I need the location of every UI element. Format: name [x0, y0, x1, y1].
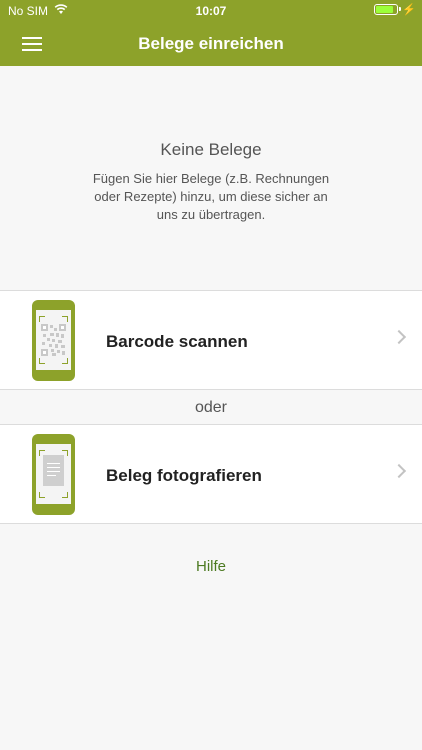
chevron-right-icon	[391, 463, 407, 479]
photograph-receipt-button[interactable]: Beleg fotografieren	[0, 424, 422, 524]
page-title: Belege einreichen	[138, 34, 284, 53]
chevron-right-icon	[391, 329, 407, 345]
qr-phone-icon	[32, 300, 75, 381]
separator-text: oder	[194, 399, 228, 416]
photograph-receipt-label: Beleg fotografieren	[106, 466, 262, 485]
battery-tip	[399, 7, 401, 11]
battery-icon	[374, 4, 398, 15]
status-bar: No SIM 10:07 ⚡	[0, 0, 422, 22]
scan-barcode-label: Barcode scannen	[106, 332, 248, 351]
help-link[interactable]: Hilfe	[0, 558, 422, 575]
status-time: 10:07	[195, 4, 227, 18]
scan-barcode-button[interactable]: Barcode scannen	[0, 290, 422, 390]
charging-icon: ⚡	[402, 4, 416, 16]
document-phone-icon	[32, 434, 75, 515]
empty-state-text: Fügen Sie hier Belege (z.B. Rechnungen o…	[92, 171, 330, 222]
navigation-bar: Belege einreichen	[0, 22, 422, 66]
empty-state-title: Keine Belege	[160, 140, 262, 159]
